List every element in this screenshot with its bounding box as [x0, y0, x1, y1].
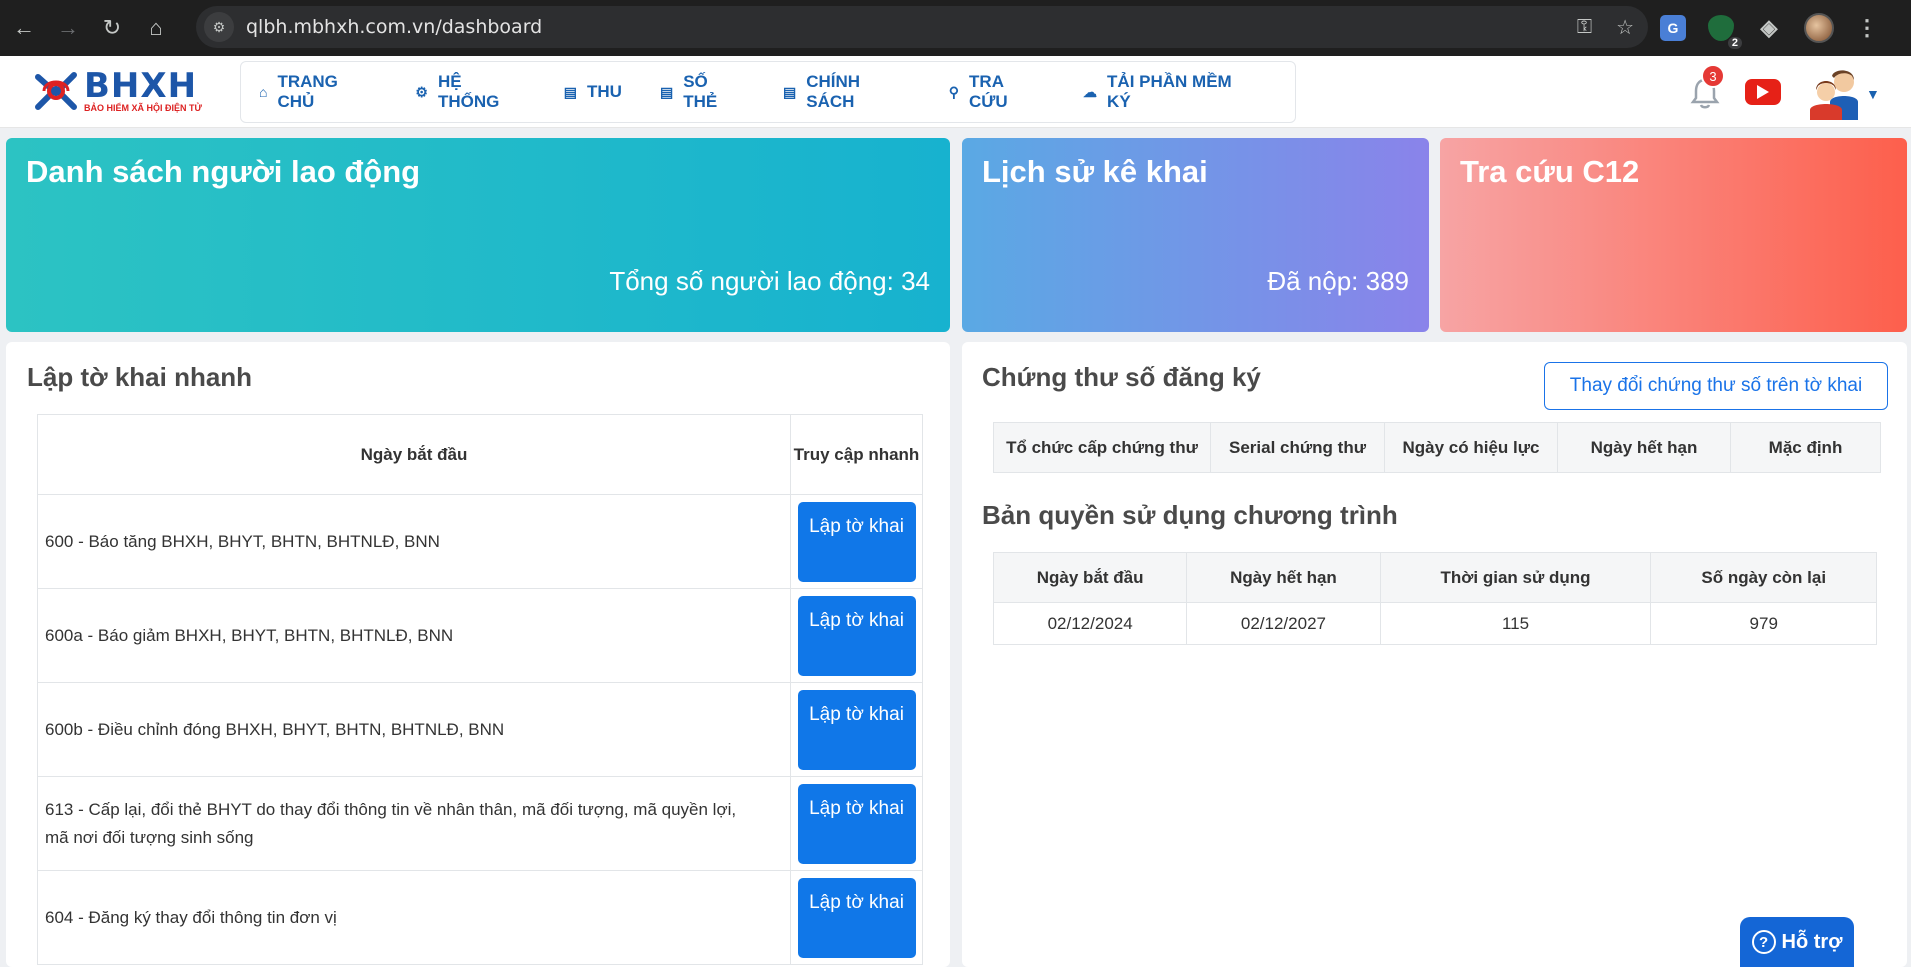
column-header-days-left: Số ngày còn lại: [1650, 552, 1877, 603]
license-start-date: 02/12/2024: [992, 602, 1188, 645]
create-form-button[interactable]: Lập tờ khai: [797, 595, 916, 676]
reload-icon[interactable]: ↻: [92, 8, 132, 48]
extension-badge: 2: [1727, 37, 1742, 49]
chevron-down-icon[interactable]: ▼: [1866, 86, 1880, 102]
form-name: 604 - Đăng ký thay đổi thông tin đơn vị: [37, 870, 791, 965]
home-icon: ⌂: [259, 84, 268, 100]
form-name: 600b - Điều chỉnh đóng BHXH, BHYT, BHTN,…: [37, 682, 791, 777]
certificate-title: Chứng thư số đăng ký: [982, 362, 1261, 392]
column-header-quick-access: Truy cập nhanh: [790, 414, 923, 495]
document-icon: ▤: [563, 83, 578, 100]
logo-mark-icon: [35, 72, 77, 110]
table-row: 600b - Điều chỉnh đóng BHXH, BHYT, BHTN,…: [37, 682, 923, 777]
password-key-icon[interactable]: ⚿: [1577, 16, 1592, 39]
support-button[interactable]: ? Hỗ trợ: [1740, 917, 1854, 967]
support-label: Hỗ trợ: [1781, 930, 1843, 953]
gear-icon: ⚙: [415, 83, 428, 100]
history-card[interactable]: Lịch sử kê khai Đã nộp: 389: [962, 138, 1429, 332]
workers-card-title: Danh sách người lao động: [26, 154, 421, 189]
history-card-title: Lịch sử kê khai: [982, 154, 1208, 189]
bhxh-logo[interactable]: BHXH BẢO HIỂM XÃ HỘI ĐIỆN TỬ: [30, 64, 220, 118]
cloud-upload-icon: ☁: [1083, 83, 1098, 100]
license-days-left: 979: [1650, 602, 1877, 645]
browser-toolbar: ← → ↻ ⌂ ⚙ qlbh.mbhxh.com.vn/dashboard ⚿ …: [0, 0, 1911, 56]
quick-form-panel: Lập tờ khai nhanh Ngày bắt đầu Truy cập …: [6, 342, 950, 967]
c12-card[interactable]: Tra cứu C12: [1440, 138, 1907, 332]
app-header: BHXH BẢO HIỂM XÃ HỘI ĐIỆN TỬ ⌂ TRANG CHỦ…: [0, 56, 1911, 128]
menu-item-system[interactable]: ⚙ HỆ THỐNG: [415, 72, 525, 112]
license-expiry-date: 02/12/2027: [1186, 602, 1381, 645]
shield-extension-icon[interactable]: 2: [1708, 15, 1742, 49]
translate-extension-icon[interactable]: G: [1660, 15, 1686, 41]
certificate-panel: Chứng thư số đăng ký Thay đổi chứng thư …: [962, 342, 1907, 967]
create-form-button[interactable]: Lập tờ khai: [797, 689, 916, 770]
form-name: 600a - Báo giảm BHXH, BHYT, BHTN, BHTNLĐ…: [37, 588, 791, 683]
column-header-default: Mặc định: [1730, 422, 1881, 473]
form-name: 600 - Báo tăng BHXH, BHYT, BHTN, BHTNLĐ,…: [37, 494, 791, 589]
table-row: 604 - Đăng ký thay đổi thông tin đơn vị …: [37, 870, 923, 965]
back-icon[interactable]: ←: [4, 8, 44, 48]
url-text[interactable]: qlbh.mbhxh.com.vn/dashboard: [246, 16, 542, 38]
menu-item-download-signer[interactable]: ☁ TẢI PHẦN MỀM KÝ: [1083, 72, 1257, 112]
youtube-icon[interactable]: [1745, 79, 1781, 105]
column-header-start-date: Ngày bắt đầu: [992, 552, 1188, 603]
menu-item-so-the[interactable]: ▤ SỐ THẺ: [660, 72, 745, 112]
history-card-value: Đã nộp: 389: [1267, 266, 1409, 296]
create-form-button[interactable]: Lập tờ khai: [797, 501, 916, 582]
menu-item-thu[interactable]: ▤ THU: [564, 82, 622, 102]
logo-subtitle: BẢO HIỂM XÃ HỘI ĐIỆN TỬ: [84, 103, 202, 113]
notification-count-badge: 3: [1701, 64, 1725, 88]
workers-card-value: Tổng số người lao động: 34: [609, 266, 930, 296]
create-form-button[interactable]: Lập tờ khai: [797, 877, 916, 958]
create-form-button[interactable]: Lập tờ khai: [797, 783, 916, 864]
change-certificate-button[interactable]: Thay đổi chứng thư số trên tờ khai: [1544, 362, 1888, 410]
column-header-usage-time: Thời gian sử dụng: [1379, 552, 1652, 603]
column-header-valid-from: Ngày có hiệu lực: [1384, 422, 1558, 473]
column-header-issuer: Tổ chức cấp chứng thư: [993, 422, 1211, 473]
browser-menu-icon[interactable]: ⋮: [1856, 15, 1878, 41]
search-icon: ⚲: [948, 83, 960, 100]
workers-card[interactable]: Danh sách người lao động Tổng số người l…: [6, 138, 950, 332]
extensions-puzzle-icon[interactable]: ◈: [1756, 15, 1782, 41]
table-row: 600a - Báo giảm BHXH, BHYT, BHTN, BHTNLĐ…: [37, 588, 923, 683]
address-bar[interactable]: ⚙ qlbh.mbhxh.com.vn/dashboard ⚿ ☆: [196, 6, 1648, 48]
user-avatar[interactable]: [1808, 66, 1862, 120]
bookmark-star-icon[interactable]: ☆: [1616, 15, 1634, 40]
browser-profile-avatar[interactable]: [1804, 13, 1834, 43]
table-row: 02/12/2024 02/12/2027 115 979: [992, 602, 1877, 645]
forward-icon[interactable]: →: [48, 8, 88, 48]
quick-form-title: Lập tờ khai nhanh: [27, 362, 253, 392]
document-icon: ▤: [783, 83, 797, 100]
table-row: 613 - Cấp lại, đổi thẻ BHYT do thay đổi …: [37, 776, 923, 871]
menu-item-tra-cuu[interactable]: ⚲ TRA CỨU: [949, 72, 1045, 112]
site-settings-icon[interactable]: ⚙: [204, 12, 234, 42]
document-icon: ▤: [659, 83, 674, 100]
column-header-serial: Serial chứng thư: [1210, 422, 1385, 473]
form-name: 613 - Cấp lại, đổi thẻ BHYT do thay đổi …: [37, 776, 791, 871]
table-row: 600 - Báo tăng BHXH, BHYT, BHTN, BHTNLĐ,…: [37, 494, 923, 589]
column-header-expiry: Ngày hết hạn: [1186, 552, 1381, 603]
quick-form-table: Ngày bắt đầu Truy cập nhanh 600 - Báo tă…: [37, 414, 923, 965]
column-header-start-date: Ngày bắt đầu: [37, 414, 791, 495]
help-icon: ?: [1751, 930, 1776, 954]
c12-card-title: Tra cứu C12: [1460, 154, 1640, 189]
certificate-table: Tổ chức cấp chứng thư Serial chứng thư N…: [993, 422, 1881, 473]
column-header-expiry: Ngày hết hạn: [1557, 422, 1731, 473]
menu-item-home[interactable]: ⌂ TRANG CHỦ: [259, 72, 377, 112]
home-icon[interactable]: ⌂: [136, 8, 176, 48]
license-title: Bản quyền sử dụng chương trình: [982, 500, 1398, 530]
menu-item-chinh-sach[interactable]: ▤ CHÍNH SÁCH: [783, 72, 911, 112]
main-menu: ⌂ TRANG CHỦ ⚙ HỆ THỐNG ▤ THU ▤ SỐ THẺ ▤ …: [240, 61, 1296, 123]
license-table: Ngày bắt đầu Ngày hết hạn Thời gian sử d…: [992, 552, 1877, 645]
logo-title: BHXH: [84, 66, 198, 106]
license-usage-time: 115: [1379, 602, 1652, 645]
